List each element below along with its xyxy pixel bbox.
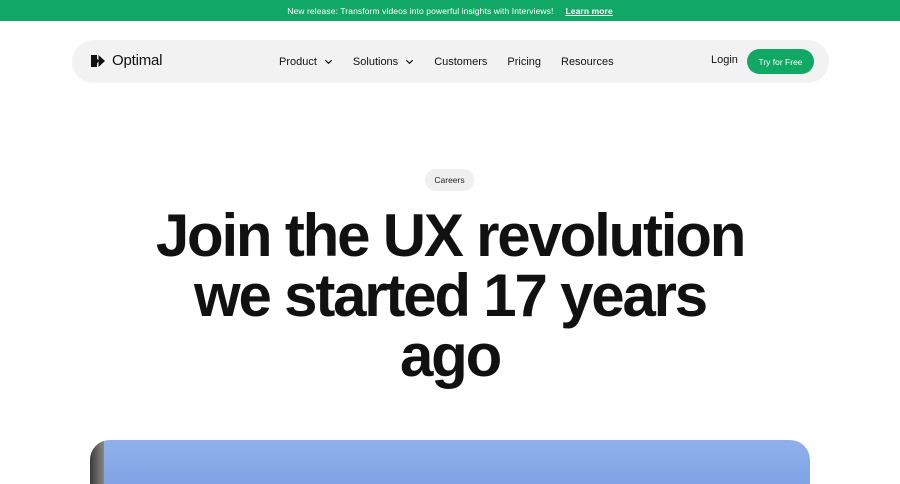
nav-item-label: Product — [279, 55, 317, 68]
chevron-down-icon — [324, 59, 332, 65]
headline-line: we started 17 years — [194, 262, 708, 329]
nav-item-pricing[interactable]: Pricing — [507, 56, 541, 68]
nav-item-resources[interactable]: Resources — [561, 56, 614, 68]
nav-item-label: Customers — [434, 55, 488, 68]
nav-item-product[interactable]: Product — [279, 56, 333, 68]
main-navigation: Optimal Product Solutions Customers Pric… — [72, 40, 829, 83]
announcement-bar: New release: Transform videos into power… — [0, 0, 900, 21]
learn-more-link[interactable]: Learn more — [565, 6, 612, 16]
nav-item-solutions[interactable]: Solutions — [353, 56, 414, 68]
headline-line: Join the UX revolution — [155, 202, 747, 269]
nav-item-customers[interactable]: Customers — [434, 56, 487, 68]
announcement-message: New release: Transform videos into power… — [287, 5, 554, 16]
careers-tag: Careers — [425, 169, 474, 191]
hero-image-edge — [90, 440, 104, 484]
nav-menu: Product Solutions Customers Pricing Reso… — [279, 40, 634, 83]
nav-item-label: Solutions — [352, 55, 399, 68]
chevron-down-icon — [406, 59, 414, 65]
brand-name: Optimal — [112, 52, 163, 69]
login-link[interactable]: Login — [711, 54, 738, 66]
try-for-free-button[interactable]: Try for Free — [747, 49, 814, 74]
nav-item-label: Pricing — [507, 55, 541, 68]
headline-line: ago — [399, 322, 502, 389]
brand-logo[interactable]: Optimal — [90, 52, 162, 69]
optimal-logo-icon — [91, 54, 105, 67]
hero-image — [90, 440, 810, 484]
nav-item-label: Resources — [561, 55, 614, 68]
page-title: Join the UX revolution we started 17 yea… — [120, 206, 780, 386]
